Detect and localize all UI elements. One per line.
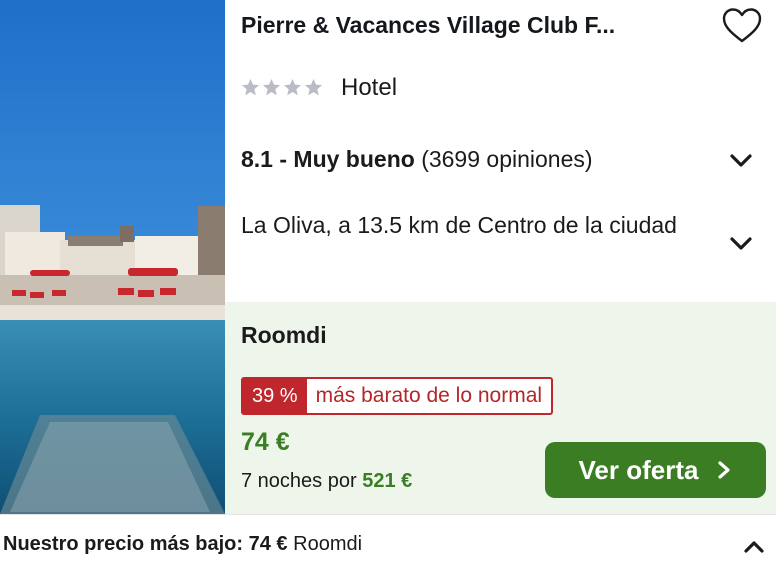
rating-row[interactable]: 8.1 - Muy bueno (3699 opiniones)	[241, 146, 593, 173]
discount-badge: 39 % más barato de lo normal	[241, 377, 554, 415]
deal-provider: Roomdi	[241, 322, 327, 348]
lowest-price-value: 74 €	[248, 533, 288, 555]
star-icon	[262, 78, 281, 96]
hotel-location[interactable]: La Oliva, a 13.5 km de Centro de la ciud…	[241, 208, 711, 243]
star-rating	[241, 78, 323, 97]
nights-total-price: 521 €	[362, 470, 413, 492]
discount-percent: 39 %	[243, 379, 307, 413]
rating-reviews: (3699 opiniones)	[421, 146, 593, 172]
chevron-down-icon[interactable]	[727, 229, 755, 257]
lowest-price-label: Nuestro precio más bajo:	[3, 533, 244, 555]
heart-icon[interactable]	[720, 4, 764, 48]
hotel-photo[interactable]	[0, 0, 225, 514]
chevron-right-icon	[718, 461, 731, 479]
star-icon	[304, 78, 323, 96]
star-icon	[241, 78, 260, 96]
chevron-up-icon[interactable]	[740, 533, 768, 561]
hotel-title[interactable]: Pierre & Vacances Village Club F...	[241, 12, 701, 39]
lowest-price-bar[interactable]: Nuestro precio más bajo: 74 € Roomdi	[0, 514, 776, 576]
view-offer-button[interactable]: Ver oferta	[545, 442, 766, 498]
deal-price: 74 €	[241, 428, 290, 456]
lowest-price-line: Nuestro precio más bajo: 74 € Roomdi	[3, 533, 362, 556]
chevron-down-icon[interactable]	[727, 146, 755, 174]
star-icon	[283, 78, 302, 96]
rating-score: 8.1 - Muy bueno	[241, 146, 415, 172]
hotel-info: Pierre & Vacances Village Club F... Hote…	[225, 0, 776, 302]
hotel-type: Hotel	[341, 74, 398, 101]
nights-total: 7 noches por 521 €	[241, 470, 412, 493]
lowest-price-provider: Roomdi	[293, 533, 363, 555]
deal-panel: Roomdi 39 % más barato de lo normal 74 €…	[225, 302, 776, 514]
discount-text: más barato de lo normal	[315, 384, 543, 407]
view-offer-label: Ver oferta	[578, 454, 699, 485]
nights-text: 7 noches por	[241, 470, 357, 492]
